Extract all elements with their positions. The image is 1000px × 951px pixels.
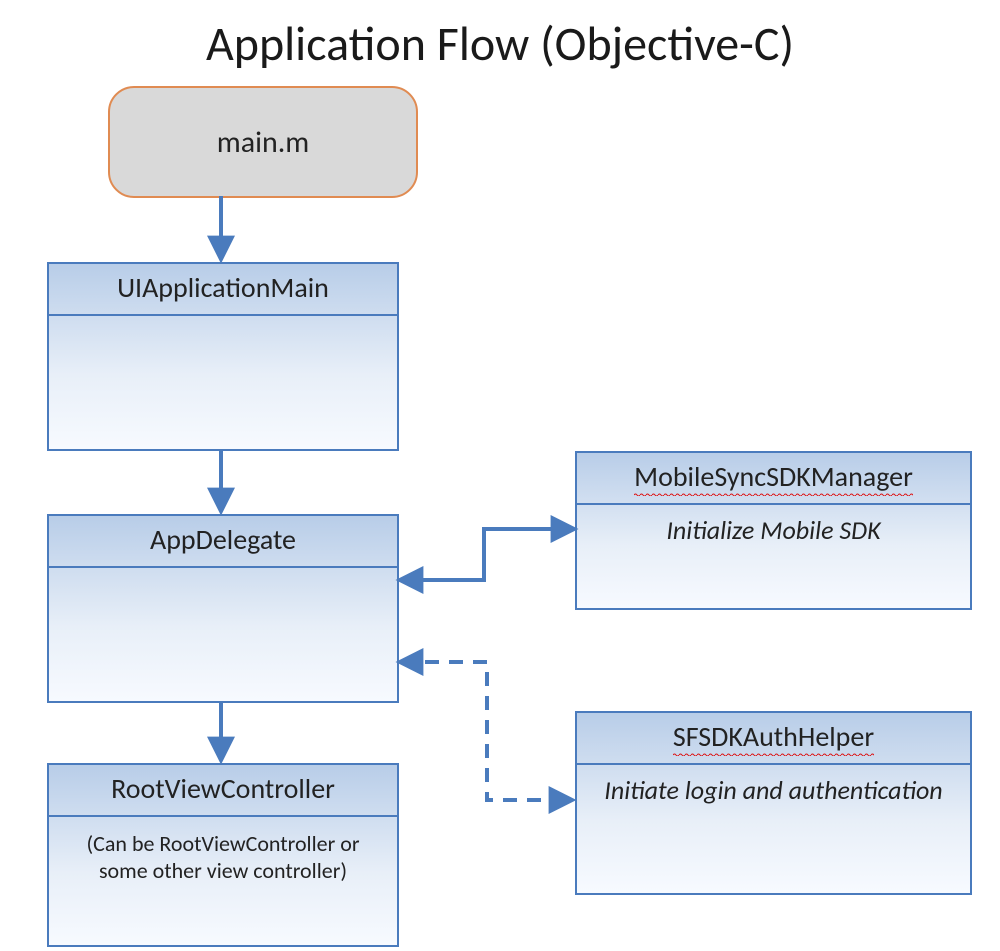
node-rootviewcontroller: RootViewController (Can be RootViewContr… bbox=[47, 763, 399, 947]
node-rootviewcontroller-body: (Can be RootViewController or some other… bbox=[49, 817, 397, 894]
node-rootviewcontroller-header: RootViewController bbox=[49, 765, 397, 817]
node-main: main.m bbox=[108, 86, 418, 198]
node-mobilesyncsdkmanager: MobileSyncSDKManager Initialize Mobile S… bbox=[575, 451, 972, 610]
node-mobilesyncsdkmanager-header-text: MobileSyncSDKManager bbox=[634, 459, 913, 496]
node-mobilesyncsdkmanager-header: MobileSyncSDKManager bbox=[577, 453, 970, 505]
arrow-appdel-auth bbox=[401, 662, 571, 800]
node-main-label: main.m bbox=[217, 124, 310, 161]
node-appdelegate-body bbox=[49, 568, 397, 588]
arrow-mobilesync-appdel bbox=[401, 529, 573, 580]
node-appdelegate: AppDelegate bbox=[47, 514, 399, 703]
node-mobilesyncsdkmanager-body: Initialize Mobile SDK bbox=[577, 505, 970, 556]
node-appdelegate-header: AppDelegate bbox=[49, 516, 397, 568]
node-uiapplicationmain: UIApplicationMain bbox=[47, 262, 399, 451]
node-sfsdkauthhelper-header: SFSDKAuthHelper bbox=[577, 713, 970, 765]
diagram-title: Application Flow (Objective-C) bbox=[0, 14, 1000, 73]
node-uiapplicationmain-body bbox=[49, 316, 397, 336]
node-sfsdkauthhelper-header-text: SFSDKAuthHelper bbox=[673, 719, 874, 756]
node-sfsdkauthhelper-body: Initiate login and authentication bbox=[577, 765, 970, 816]
node-sfsdkauthhelper: SFSDKAuthHelper Initiate login and authe… bbox=[575, 711, 972, 895]
node-uiapplicationmain-header: UIApplicationMain bbox=[49, 264, 397, 316]
